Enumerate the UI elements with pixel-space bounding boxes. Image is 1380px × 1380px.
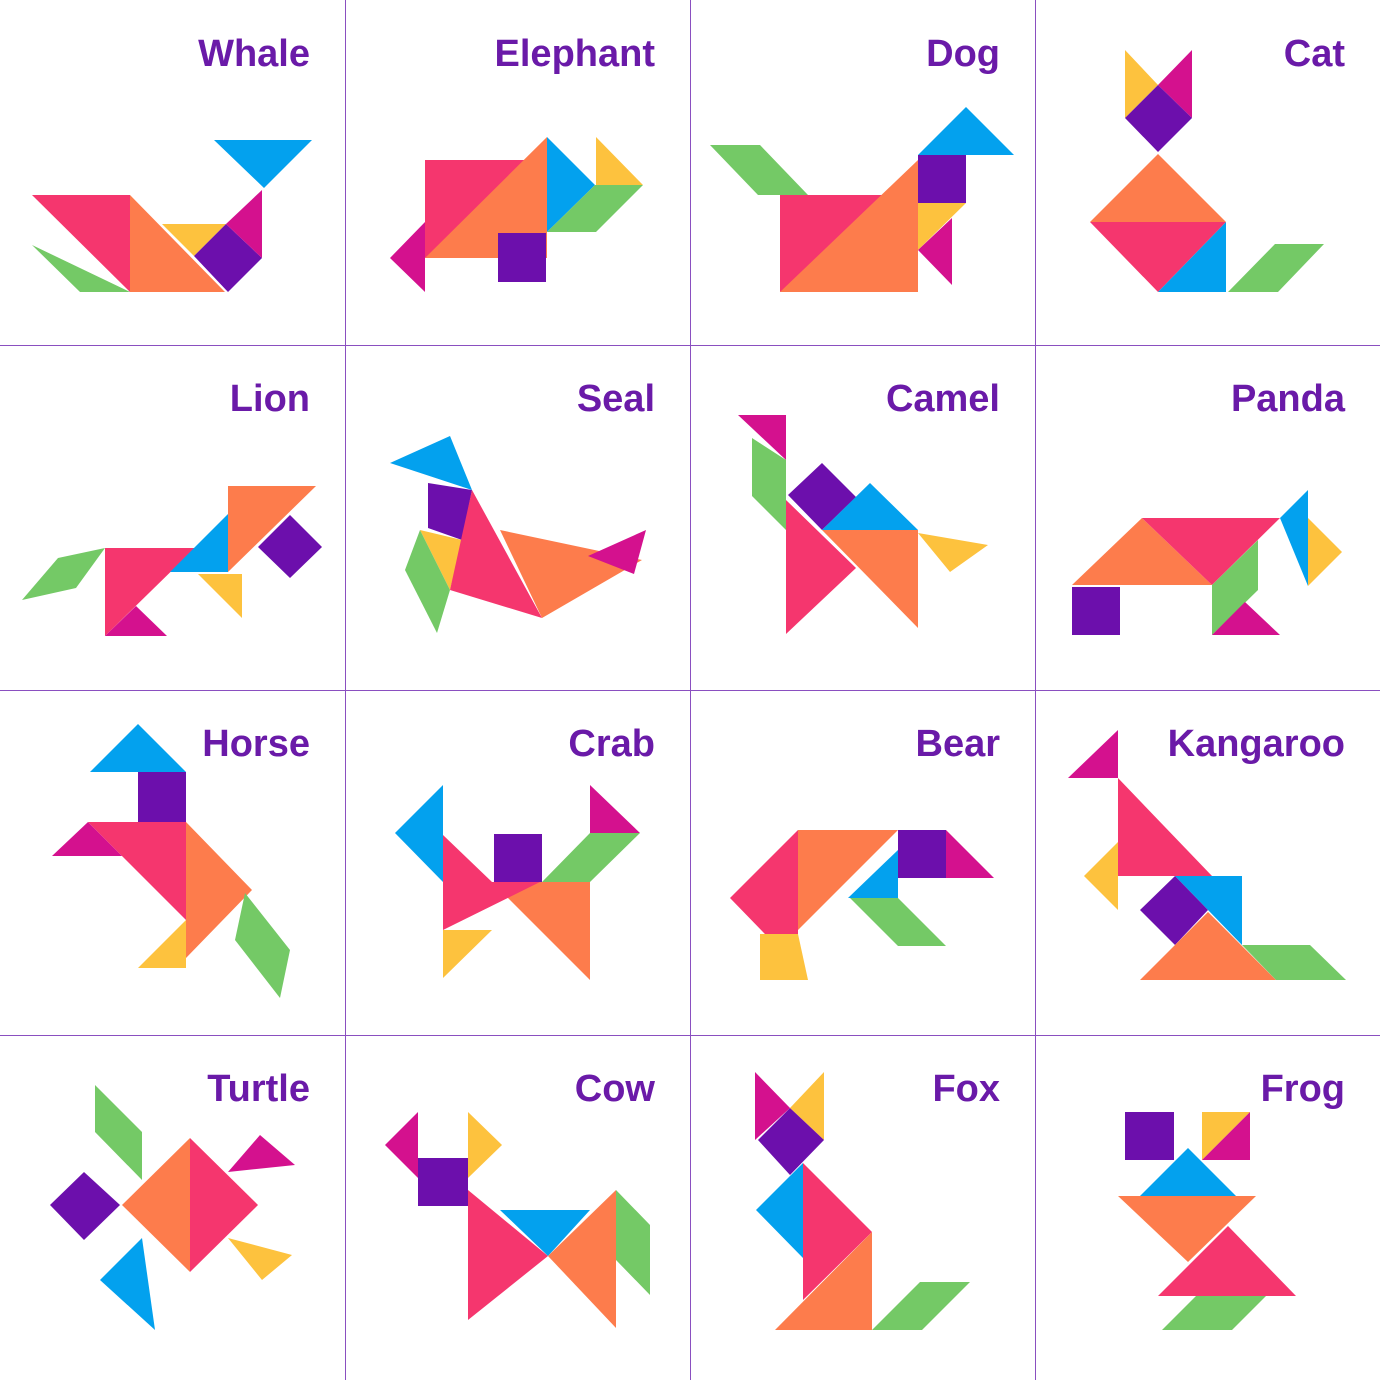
crab-title: Crab: [568, 723, 655, 765]
tangram-cell-lion: Lion: [0, 345, 345, 690]
frog-piece-1: [1125, 1112, 1174, 1160]
fox-piece-7: [872, 1282, 970, 1330]
tangram-cell-crab: Crab: [345, 690, 690, 1035]
kangaroo-title: Kangaroo: [1167, 723, 1345, 765]
tangram-cell-elephant: Elephant: [345, 0, 690, 345]
turtle-piece-6: [228, 1238, 292, 1280]
tangram-cell-fox: Fox: [690, 1035, 1035, 1380]
frog-piece-7: [1162, 1296, 1266, 1330]
horse-piece-1: [90, 724, 186, 772]
bear-title: Bear: [915, 723, 1001, 765]
tangram-cell-camel: Camel: [690, 345, 1035, 690]
fox-title: Fox: [932, 1068, 1000, 1110]
tangram-cell-dog: Dog: [690, 0, 1035, 345]
crab-piece-1: [395, 785, 443, 882]
grid-divider-horizontal-2: [0, 690, 1380, 691]
kangaroo-piece-3: [1084, 842, 1118, 910]
cow-piece-7: [616, 1190, 650, 1295]
tangram-cell-turtle: Turtle: [0, 1035, 345, 1380]
tangram-cell-seal: Seal: [345, 345, 690, 690]
whale-title: Whale: [198, 33, 310, 75]
horse-piece-2: [138, 772, 186, 822]
crab-piece-4: [542, 833, 640, 882]
grid-divider-vertical-3: [1035, 0, 1036, 1380]
tangram-cell-horse: Horse: [0, 690, 345, 1035]
bear-piece-6: [850, 898, 946, 946]
panda-piece-3: [1280, 490, 1308, 586]
horse-piece-7: [235, 893, 290, 998]
turtle-piece-5: [228, 1135, 295, 1172]
tangram-cell-panda: Panda: [1035, 345, 1380, 690]
crab-piece-5: [590, 785, 640, 833]
cat-piece-4: [1090, 154, 1226, 222]
turtle-piece-7: [100, 1238, 155, 1330]
tangram-cell-bear: Bear: [690, 690, 1035, 1035]
elephant-piece-6: [390, 222, 425, 292]
tangram-cell-cow: Cow: [345, 1035, 690, 1380]
dog-piece-1: [710, 145, 808, 195]
kangaroo-piece-1: [1068, 730, 1118, 778]
lion-title: Lion: [229, 378, 310, 420]
whale-piece-7: [214, 140, 312, 188]
crab-piece-8: [443, 930, 492, 978]
tangram-cell-cat: Cat: [1035, 0, 1380, 345]
cat-title: Cat: [1283, 33, 1345, 75]
panda-title: Panda: [1230, 378, 1345, 420]
grid-divider-horizontal-3: [0, 1035, 1380, 1036]
horse-title: Horse: [202, 723, 310, 765]
tangram-cell-kangaroo: Kangaroo: [1035, 690, 1380, 1035]
seal-piece-1: [390, 436, 472, 490]
kangaroo-piece-2: [1118, 778, 1212, 876]
camel-piece-7: [918, 533, 988, 572]
dog-piece-4: [918, 155, 966, 203]
panda-piece-7: [1072, 587, 1120, 635]
elephant-piece-5: [596, 137, 643, 185]
horse-piece-6: [138, 920, 186, 968]
cow-piece-1: [385, 1112, 418, 1178]
fox-piece-4: [756, 1163, 803, 1258]
bear-piece-7: [760, 934, 808, 980]
turtle-piece-3: [50, 1172, 120, 1240]
cow-piece-2: [468, 1112, 502, 1178]
cow-piece-3: [418, 1158, 468, 1206]
elephant-piece-7: [498, 233, 546, 282]
lion-piece-6: [198, 574, 242, 618]
tangram-cell-frog: Frog: [1035, 1035, 1380, 1380]
dog-piece-5: [918, 107, 1014, 155]
turtle-piece-4: [95, 1085, 142, 1180]
tangram-animal-grid: Whale Elephant Dog Cat Lion Seal Camel Panda Hor…: [0, 0, 1380, 1380]
frog-title: Frog: [1260, 1068, 1345, 1110]
camel-title: Camel: [885, 378, 1000, 420]
tangram-cell-whale: Whale: [0, 0, 345, 345]
crab-piece-3: [494, 834, 542, 882]
bear-piece-5: [946, 830, 994, 878]
cow-title: Cow: [574, 1068, 655, 1110]
bear-piece-4: [898, 830, 946, 878]
seal-title: Seal: [576, 378, 655, 420]
dog-title: Dog: [926, 33, 1000, 75]
elephant-title: Elephant: [494, 33, 655, 75]
cow-piece-4: [468, 1190, 548, 1320]
cat-piece-7: [1228, 244, 1324, 292]
turtle-title: Turtle: [207, 1068, 310, 1110]
panda-piece-4: [1308, 518, 1342, 586]
lion-piece-1: [22, 548, 105, 600]
